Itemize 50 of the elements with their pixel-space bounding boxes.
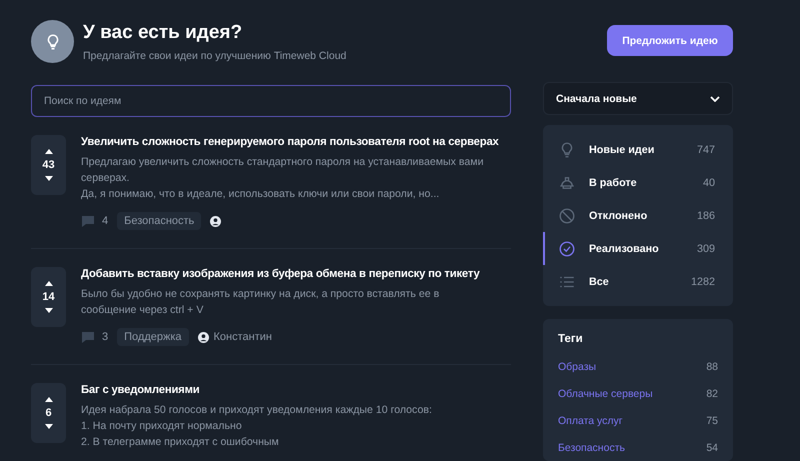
comment-icon [81,330,95,344]
tag-count: 54 [706,442,718,454]
tag-chip[interactable]: Безопасность [117,212,202,230]
tag-count: 88 [706,360,718,372]
idea-description-line: Да, я понимаю, что в идеале, использовать ключи или свои пароли, но... [81,187,440,202]
idea-title[interactable]: Увеличить сложность генерируемого пароля пользователя root на серверах [81,136,511,148]
upvote-icon[interactable] [44,397,52,402]
vote-count: 43 [42,159,55,171]
page-subtitle: Предлагайте свои идеи по улучшению Timeweb Cloud [83,50,346,62]
author-name: Константин [214,331,272,343]
suggest-idea-button[interactable]: Предложить идею [607,25,733,56]
downvote-icon[interactable] [44,308,52,313]
page-title: У вас есть идея? [83,22,244,44]
status-filter-item[interactable]: Новые идеи 747 [543,133,733,166]
tag-link[interactable]: Образы [558,360,596,372]
tag-link[interactable]: Оплата услуг [558,414,623,426]
status-filter-item[interactable]: Все 1282 [543,265,733,298]
idea-title[interactable]: Баг с уведомлениями [81,384,511,396]
tag-count: 75 [706,414,718,426]
user-icon [210,216,222,226]
idea-description-line: Было бы удобно не сохранять картинку на диск, а просто вставлять ее в сообщение через ctrl + V [81,287,440,318]
idea-description-line: Предлагаю увеличить сложность стандартного пароля на устанавливаемых вами серверах. [81,155,484,186]
tag-count: 82 [706,388,718,400]
chevron-down-icon [710,96,720,102]
downvote-icon[interactable] [44,424,52,429]
status-filter-item[interactable]: Отклонено 186 [543,199,733,232]
tag-link[interactable]: Безопасность [558,442,625,454]
idea-description-line: Идея набрала 50 голосов и приходят уведомления каждые 10 голосов: [81,403,433,418]
blocked-icon [558,206,576,224]
user-icon [198,332,209,342]
vote-count: 6 [45,407,52,419]
idea-title[interactable]: Добавить вставку изображения из буфера обмена в переписку по тикету [81,268,511,280]
idea-description-line: 1. На почту приходят нормально [81,419,243,434]
upvote-icon[interactable] [44,149,52,154]
status-filter-item[interactable]: Реализовано 309 [543,232,733,265]
idea-description-line: 2. В телеграмме приходят с ошибочным [81,435,280,450]
comment-icon [81,214,95,228]
comment-count: 4 [102,215,108,227]
tag-link[interactable]: Облачные серверы [558,388,653,400]
search-field[interactable]: Поиск по идеям [31,85,511,117]
lightbulb-icon [31,20,74,63]
tags-heading: Теги [558,333,584,345]
status-filter-item[interactable]: В работе 40 [543,166,733,199]
vote-count: 14 [42,291,55,303]
downvote-icon[interactable] [44,176,52,181]
sort-dropdown[interactable]: Сначала новые [543,82,733,115]
comment-count: 3 [102,331,108,343]
tag-chip[interactable]: Поддержка [117,328,189,346]
check-circle-icon [558,240,576,258]
upvote-icon[interactable] [44,281,52,286]
